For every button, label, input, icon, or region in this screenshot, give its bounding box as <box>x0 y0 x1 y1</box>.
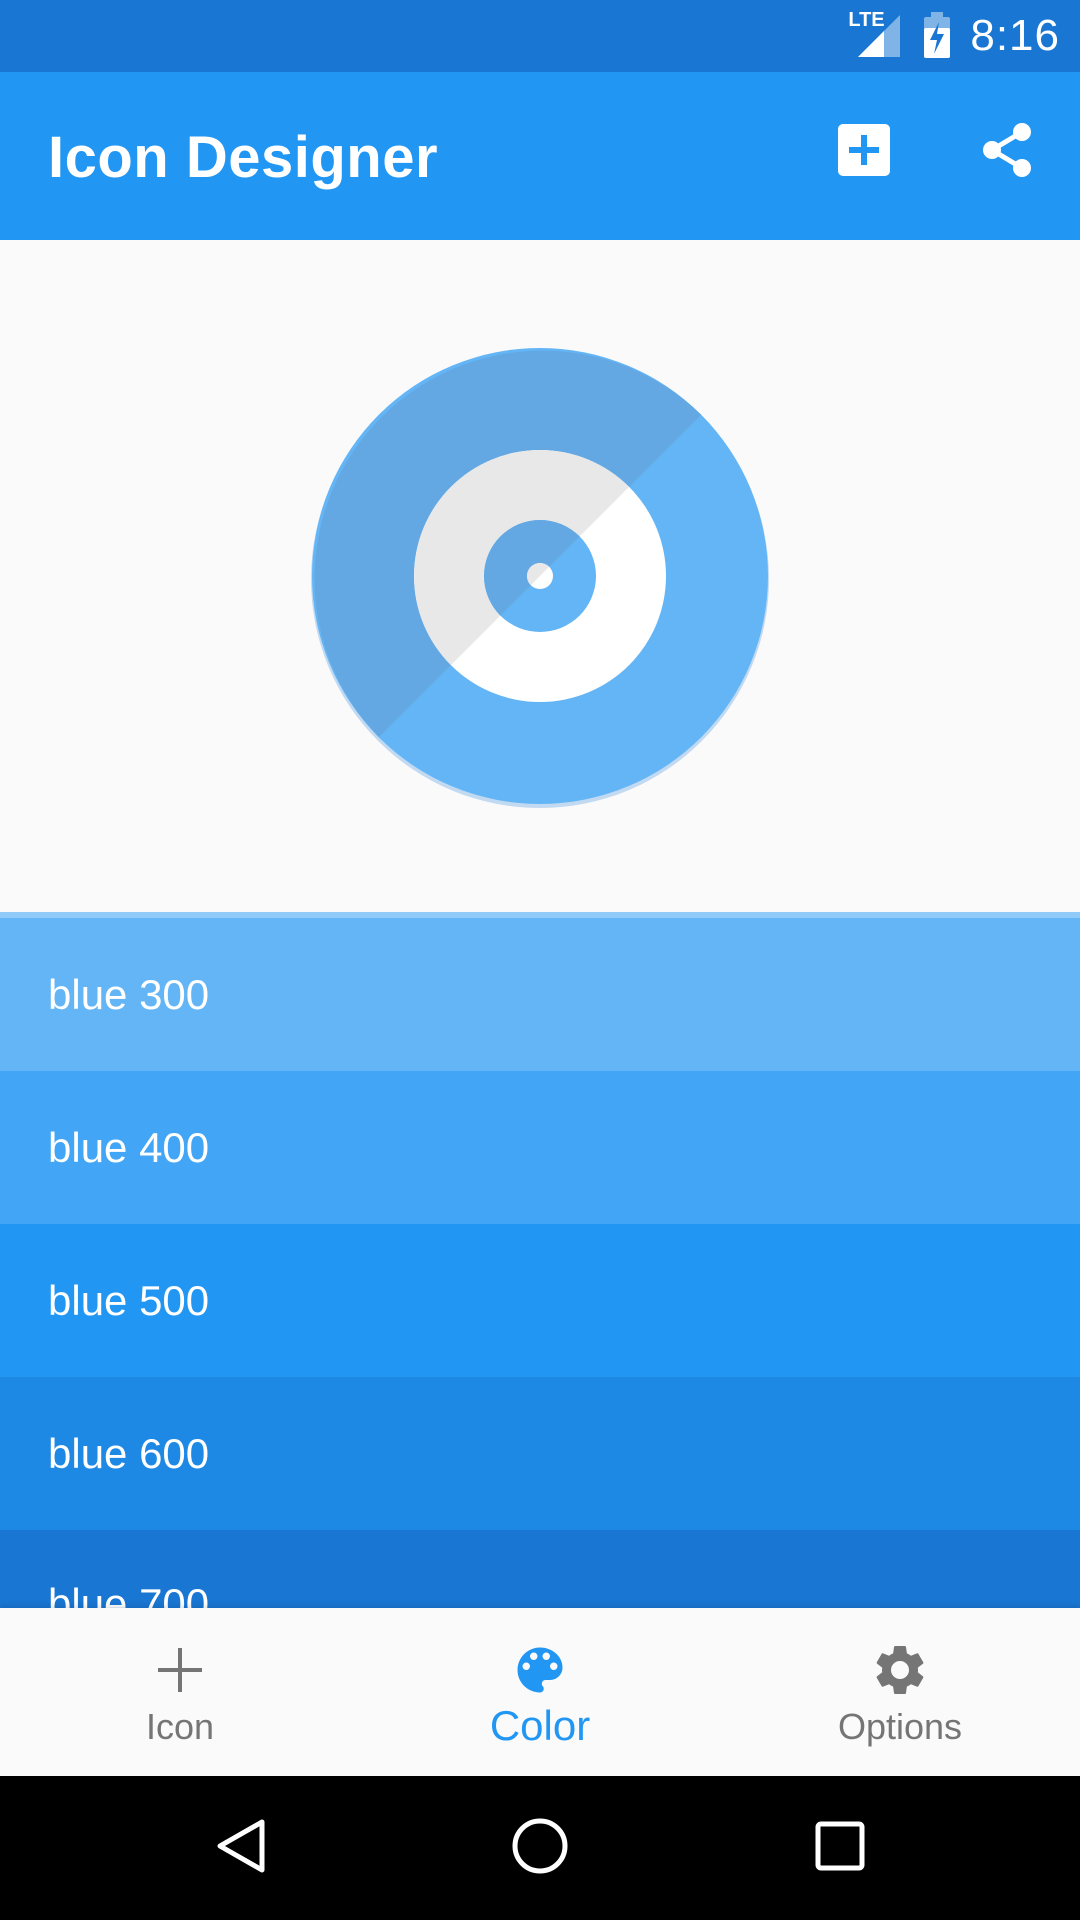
color-row-blue-300[interactable]: blue 300 <box>0 918 1080 1071</box>
recents-icon <box>814 1820 866 1877</box>
color-row-label: blue 400 <box>48 1123 210 1171</box>
nav-item-options[interactable]: Options <box>720 1608 1080 1776</box>
color-row-label: blue 300 <box>48 970 210 1018</box>
color-row-blue-700[interactable]: blue 700 <box>0 1530 1080 1608</box>
icon-preview <box>0 240 1080 912</box>
system-navigation-bar <box>0 1776 1080 1920</box>
nav-label: Options <box>837 1706 963 1747</box>
status-bar: LTE 8:16 <box>0 0 1080 72</box>
color-row-blue-500[interactable]: blue 500 <box>0 1224 1080 1377</box>
app-bar: Icon Designer <box>0 72 1080 240</box>
home-button[interactable] <box>504 1812 576 1884</box>
add-box-icon <box>836 122 892 183</box>
nav-item-icon[interactable]: Icon <box>0 1608 360 1776</box>
nav-label: Icon <box>145 1706 215 1747</box>
record-disc-icon <box>311 348 769 808</box>
color-row-label: blue 600 <box>48 1429 210 1477</box>
plus-icon <box>148 1638 212 1702</box>
back-icon <box>212 1816 268 1881</box>
battery-charging-icon <box>922 12 952 60</box>
status-time: 8:16 <box>970 11 1060 60</box>
nav-item-color[interactable]: Color <box>360 1608 720 1776</box>
app-title: Icon Designer <box>48 125 439 190</box>
home-icon <box>510 1816 570 1881</box>
palette-icon <box>508 1638 572 1702</box>
lte-signal-icon: LTE <box>848 9 904 61</box>
color-row-blue-600[interactable]: blue 600 <box>0 1377 1080 1530</box>
nav-label: Color <box>489 1702 591 1749</box>
back-button[interactable] <box>204 1812 276 1884</box>
share-icon <box>978 120 1038 185</box>
gear-icon <box>868 1638 932 1702</box>
add-button[interactable] <box>828 116 900 188</box>
color-row-blue-400[interactable]: blue 400 <box>0 1071 1080 1224</box>
share-button[interactable] <box>972 116 1044 188</box>
status-icons: LTE 8:16 <box>848 0 1060 72</box>
color-row-label: blue 500 <box>48 1276 210 1324</box>
bottom-navigation: Icon Color Options <box>0 1608 1080 1776</box>
color-list: blue 300 blue 400 blue 500 blue 600 blue… <box>0 912 1080 1608</box>
recents-button[interactable] <box>804 1812 876 1884</box>
color-row-label: blue 700 <box>48 1580 210 1608</box>
